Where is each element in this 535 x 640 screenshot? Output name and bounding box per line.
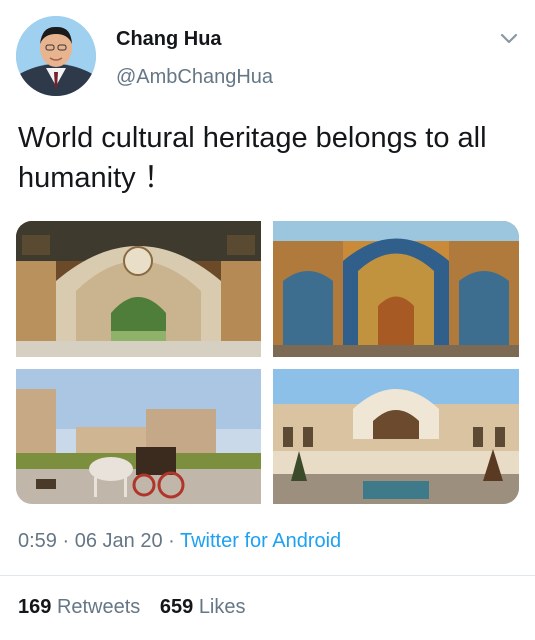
tweet-header: Chang Hua @AmbChangHua — [0, 0, 535, 110]
meta-separator: · — [56, 530, 75, 552]
author-handle[interactable]: @AmbChangHua — [116, 66, 273, 89]
tweet-meta: 0:59 · 06 Jan 20 · Twitter for Android — [18, 530, 341, 553]
retweets-count: 169 — [18, 596, 52, 618]
retweets-stat[interactable]: 169 Retweets — [18, 596, 140, 618]
divider — [0, 575, 535, 576]
tweet-text: World cultural heritage belongs to all h… — [18, 122, 487, 194]
meta-separator: · — [162, 530, 180, 552]
tweet-stats: 169 Retweets 659 Likes — [18, 596, 260, 619]
tweet-source-link[interactable]: Twitter for Android — [180, 530, 341, 552]
retweets-label: Retweets — [56, 596, 141, 618]
photo-historic-house[interactable] — [273, 369, 519, 504]
likes-label: Likes — [198, 596, 246, 618]
photo-horse-carriage[interactable] — [16, 369, 261, 504]
chevron-down-icon[interactable] — [496, 28, 522, 48]
tweet-date[interactable]: 06 Jan 20 — [75, 530, 163, 552]
photo-mosque-portal[interactable] — [273, 221, 519, 357]
likes-count: 659 — [159, 596, 194, 618]
author-name[interactable]: Chang Hua — [116, 28, 222, 51]
avatar-portrait — [16, 16, 96, 96]
avatar[interactable] — [16, 16, 96, 96]
tweet-time[interactable]: 0:59 — [18, 530, 57, 552]
likes-stat[interactable]: 659 Likes — [160, 596, 246, 618]
photo-grid — [16, 221, 519, 504]
photo-pavilion-arch[interactable] — [16, 221, 261, 357]
